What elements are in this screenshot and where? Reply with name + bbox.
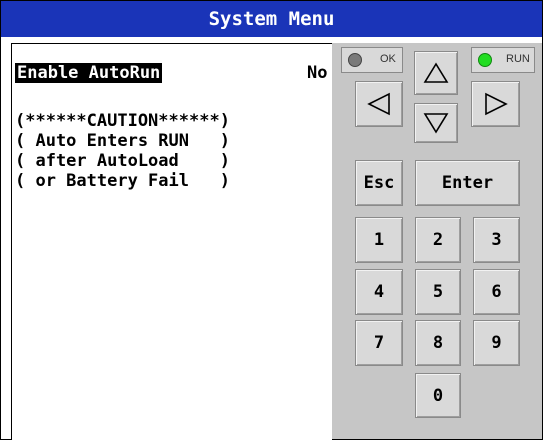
left-arrow-key[interactable] xyxy=(355,81,403,127)
esc-key[interactable]: Esc xyxy=(355,160,403,206)
run-status-icon xyxy=(478,53,492,67)
key-7[interactable]: 7 xyxy=(355,320,403,366)
key-3[interactable]: 3 xyxy=(473,217,520,263)
caution-line: ( or Battery Fail ) xyxy=(15,171,230,191)
caution-line: ( Auto Enters RUN ) xyxy=(15,131,230,151)
key-5[interactable]: 5 xyxy=(415,269,461,315)
title-divider xyxy=(1,37,542,42)
window-title: System Menu xyxy=(208,8,335,30)
key-9[interactable]: 9 xyxy=(473,320,520,366)
title-bar: System Menu xyxy=(1,1,542,37)
right-arrow-key[interactable] xyxy=(471,81,520,127)
autorun-option-label[interactable]: Enable AutoRun xyxy=(15,63,163,83)
key-6[interactable]: 6 xyxy=(473,269,520,315)
autorun-option-value[interactable]: No xyxy=(307,63,327,83)
hmi-window: System Menu Enable AutoRun No (******CAU… xyxy=(0,0,543,440)
caution-line: (******CAUTION******) xyxy=(15,111,230,131)
ok-status-icon xyxy=(348,53,362,67)
key-1[interactable]: 1 xyxy=(355,217,403,263)
lcd-screen: Enable AutoRun No (******CAUTION******) … xyxy=(11,43,333,440)
key-4[interactable]: 4 xyxy=(355,269,403,315)
down-arrow-key[interactable] xyxy=(414,103,458,143)
down-arrow-icon xyxy=(423,113,449,134)
ok-indicator-label: OK xyxy=(380,53,396,65)
key-2[interactable]: 2 xyxy=(415,217,461,263)
caution-line: ( after AutoLoad ) xyxy=(15,151,230,171)
keypad-panel: OK RUN Esc Enter 1 2 3 4 5 6 7 8 9 0 xyxy=(332,43,542,439)
key-8[interactable]: 8 xyxy=(415,320,461,366)
run-indicator-label: RUN xyxy=(506,53,530,65)
right-arrow-icon xyxy=(484,92,508,116)
run-indicator: RUN xyxy=(471,47,535,73)
ok-indicator: OK xyxy=(341,47,403,73)
up-arrow-key[interactable] xyxy=(414,51,458,95)
up-arrow-icon xyxy=(423,62,449,83)
key-0[interactable]: 0 xyxy=(415,373,461,418)
left-arrow-icon xyxy=(367,92,390,116)
enter-key[interactable]: Enter xyxy=(415,160,520,206)
